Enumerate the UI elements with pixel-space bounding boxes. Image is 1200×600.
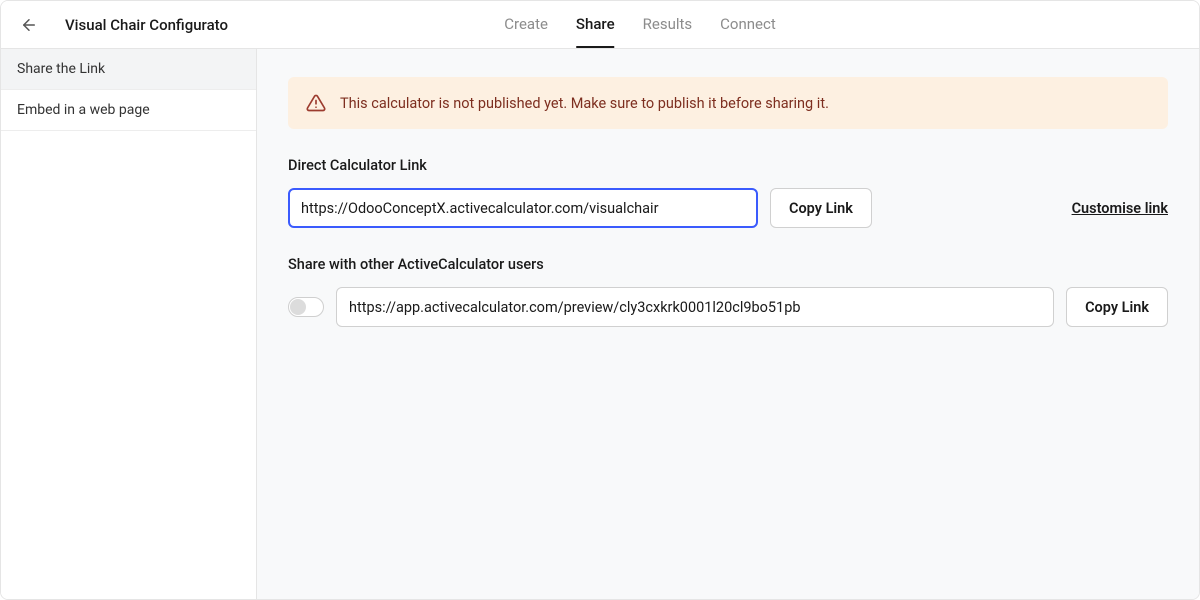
tab-label: Connect (720, 15, 776, 33)
alert-message: This calculator is not published yet. Ma… (340, 95, 829, 112)
tab-label: Results (643, 15, 693, 33)
warning-triangle-icon (306, 93, 326, 113)
tab-create[interactable]: Create (504, 1, 548, 48)
button-label: Copy Link (789, 200, 853, 217)
arrow-left-icon (20, 16, 38, 34)
sidebar-item-embed[interactable]: Embed in a web page (1, 90, 256, 131)
toggle-knob (290, 299, 306, 315)
sidebar-item-label: Embed in a web page (17, 102, 150, 118)
share-users-row: Copy Link (288, 287, 1168, 327)
share-toggle[interactable] (288, 297, 324, 317)
tab-share[interactable]: Share (576, 1, 615, 48)
sidebar-item-label: Share the Link (17, 61, 105, 77)
button-label: Copy Link (1085, 299, 1149, 316)
direct-link-row: Copy Link Customise link (288, 188, 1168, 228)
main-content: This calculator is not published yet. Ma… (257, 49, 1199, 599)
copy-direct-link-button[interactable]: Copy Link (770, 188, 872, 228)
back-button[interactable] (13, 9, 45, 41)
sidebar-item-share-link[interactable]: Share the Link (1, 49, 256, 90)
app-window: Visual Chair Configurato Create Share Re… (0, 0, 1200, 600)
top-tabs: Create Share Results Connect (424, 1, 776, 48)
tab-results[interactable]: Results (643, 1, 693, 48)
direct-link-label: Direct Calculator Link (288, 157, 1168, 174)
body: Share the Link Embed in a web page This … (1, 49, 1199, 599)
copy-share-link-button[interactable]: Copy Link (1066, 287, 1168, 327)
direct-link-input[interactable] (288, 188, 758, 228)
publish-warning-alert: This calculator is not published yet. Ma… (288, 77, 1168, 129)
tab-connect[interactable]: Connect (720, 1, 776, 48)
sidebar: Share the Link Embed in a web page (1, 49, 257, 599)
share-preview-link-input[interactable] (336, 287, 1054, 327)
page-title: Visual Chair Configurato (65, 16, 228, 34)
share-users-label: Share with other ActiveCalculator users (288, 256, 1168, 273)
content-wrap: This calculator is not published yet. Ma… (288, 77, 1168, 327)
tab-label: Create (504, 15, 548, 33)
customise-link[interactable]: Customise link (1072, 200, 1168, 217)
topbar: Visual Chair Configurato Create Share Re… (1, 1, 1199, 49)
tab-label: Share (576, 15, 615, 33)
